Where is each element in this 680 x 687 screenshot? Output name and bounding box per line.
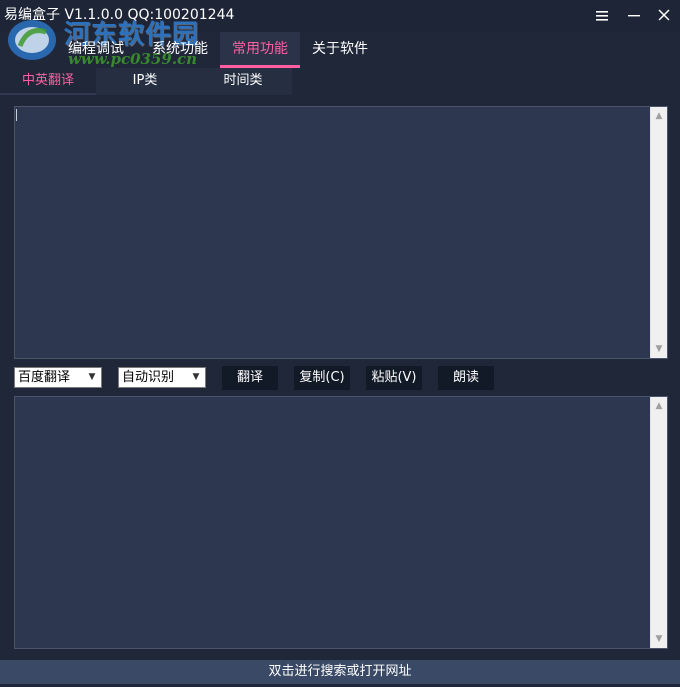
chevron-down-icon: ▼ xyxy=(88,372,96,382)
title-bar: 易编盒子 V1.1.0.0 QQ:100201244 xyxy=(0,0,680,32)
subtab-time[interactable]: 时间类 xyxy=(194,68,292,95)
text-caret xyxy=(16,109,17,121)
menu-item-debug[interactable]: 编程调试 xyxy=(56,32,140,68)
result-text-output[interactable]: ▲ ▼ xyxy=(14,396,668,649)
close-icon[interactable] xyxy=(653,6,675,28)
language-select-value: 自动识别 xyxy=(122,370,175,385)
copy-button[interactable]: 复制(C) xyxy=(294,366,350,390)
sub-tab-bar: 中英翻译 IP类 时间类 xyxy=(0,68,292,95)
language-select[interactable]: 自动识别 ▼ xyxy=(118,367,206,388)
engine-select-value: 百度翻译 xyxy=(18,370,71,385)
window-title: 易编盒子 V1.1.0.0 QQ:100201244 xyxy=(4,7,235,23)
minimize-icon[interactable] xyxy=(623,6,645,28)
scroll-up-icon[interactable]: ▲ xyxy=(651,109,667,123)
status-bar[interactable]: 双击进行搜索或打开网址 xyxy=(0,660,680,684)
source-scrollbar[interactable]: ▲ ▼ xyxy=(650,107,667,358)
subtab-translate[interactable]: 中英翻译 xyxy=(0,68,96,95)
scroll-down-icon[interactable]: ▼ xyxy=(651,342,667,356)
scroll-down-icon[interactable]: ▼ xyxy=(651,632,667,646)
menu-item-system[interactable]: 系统功能 xyxy=(140,32,220,68)
chevron-down-icon: ▼ xyxy=(192,372,200,382)
menu-item-about[interactable]: 关于软件 xyxy=(300,32,380,68)
scroll-up-icon[interactable]: ▲ xyxy=(651,399,667,413)
hamburger-menu-icon[interactable] xyxy=(591,6,613,28)
read-aloud-button[interactable]: 朗读 xyxy=(438,366,494,390)
subtab-ip[interactable]: IP类 xyxy=(96,68,194,95)
main-menu: 编程调试 系统功能 常用功能 关于软件 xyxy=(56,32,380,68)
menu-item-common[interactable]: 常用功能 xyxy=(220,32,300,68)
source-text-input[interactable]: ▲ ▼ xyxy=(14,106,668,359)
translate-button[interactable]: 翻译 xyxy=(222,366,278,390)
result-scrollbar[interactable]: ▲ ▼ xyxy=(650,397,667,648)
engine-select[interactable]: 百度翻译 ▼ xyxy=(14,367,102,388)
paste-button[interactable]: 粘贴(V) xyxy=(366,366,422,390)
